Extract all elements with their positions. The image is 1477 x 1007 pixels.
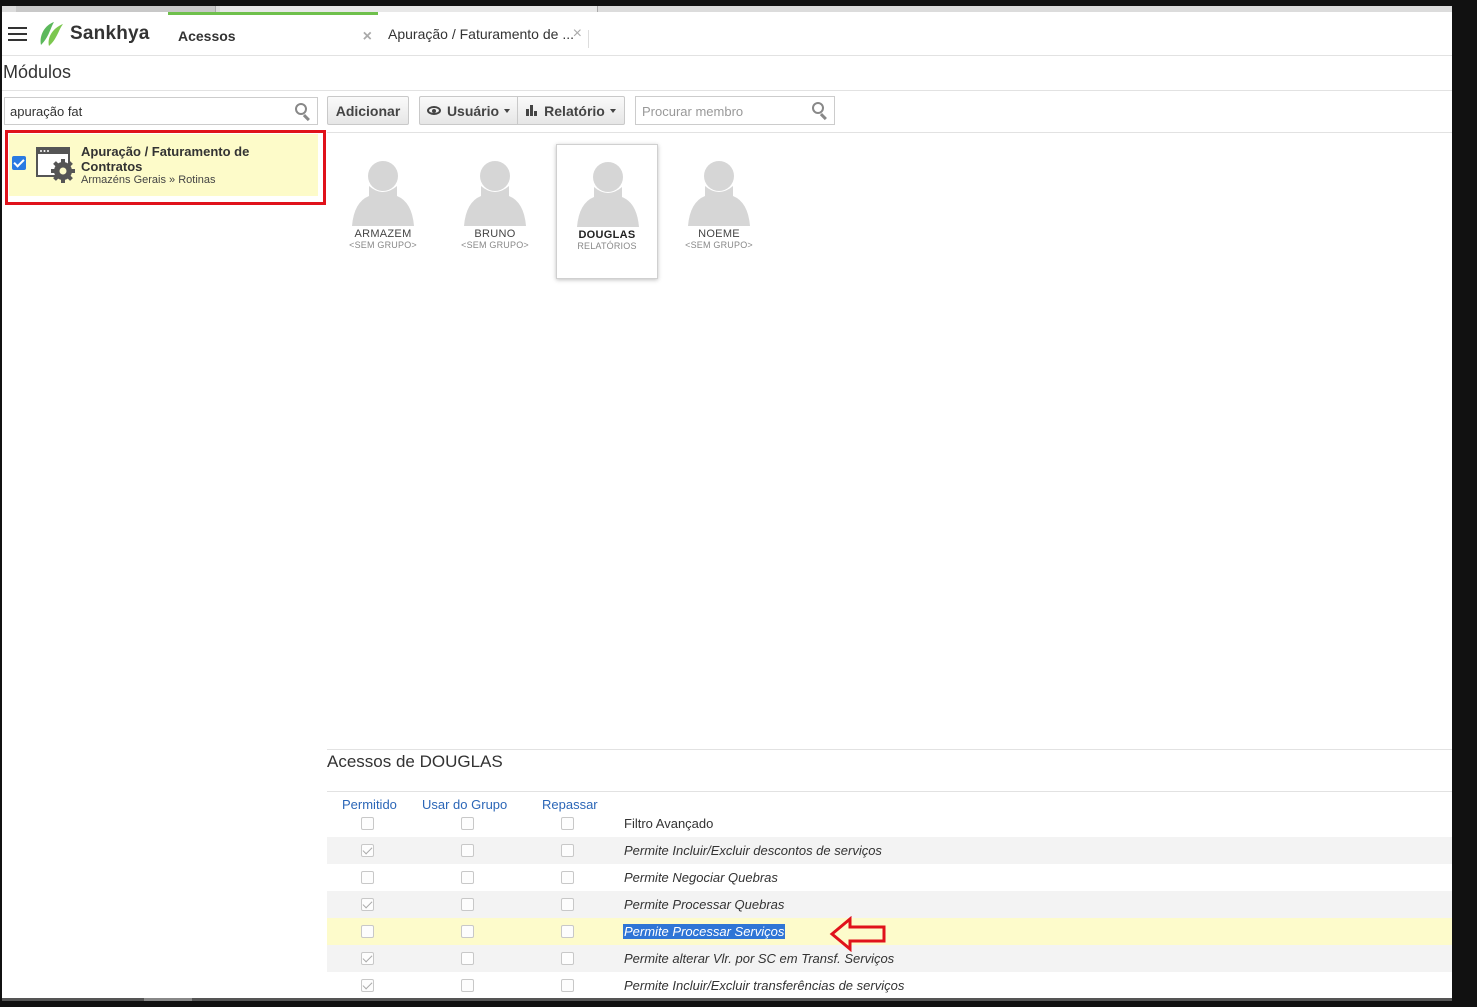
member-name: ARMAZEM [354, 228, 412, 240]
eye-icon [426, 106, 441, 115]
member-card-noeme[interactable]: NOEME <SEM GRUPO> [668, 144, 770, 279]
add-button[interactable]: Adicionar [327, 96, 409, 125]
module-search-input[interactable]: apuração fat [4, 97, 318, 125]
scrollbar-thumb[interactable] [144, 998, 192, 1001]
tab-acessos[interactable]: Acessos × [168, 12, 378, 56]
report-dropdown[interactable]: Relatório [517, 96, 625, 125]
member-name: NOEME [698, 228, 740, 240]
tab-apuracao-faturamento[interactable]: Apuração / Faturamento de ... × [380, 12, 588, 56]
sankhya-logo: Sankhya [38, 21, 150, 47]
permitido-checkbox[interactable] [361, 817, 374, 830]
repassar-checkbox[interactable] [561, 979, 574, 992]
permitido-checkbox[interactable] [361, 979, 374, 992]
divider [327, 791, 1452, 792]
repassar-checkbox[interactable] [561, 952, 574, 965]
access-label: Permite Incluir/Excluir descontos de ser… [624, 843, 882, 858]
brand-name: Sankhya [70, 23, 150, 44]
member-search-placeholder: Procurar membro [642, 104, 744, 119]
access-label: Permite Negociar Quebras [624, 870, 778, 885]
sankhya-leaf-icon [40, 22, 63, 46]
user-avatar-icon [688, 161, 750, 226]
tab-label: Apuração / Faturamento de ... [388, 26, 574, 42]
caret-down-icon [504, 108, 511, 113]
user-avatar-icon [464, 161, 526, 226]
permitido-checkbox[interactable] [361, 871, 374, 884]
access-label: Permite alterar Vlr. por SC em Transf. S… [624, 951, 895, 966]
usar-grupo-checkbox[interactable] [461, 979, 474, 992]
hamburger-menu-icon[interactable] [8, 27, 27, 42]
member-card-douglas[interactable]: DOUGLAS RELATÓRIOS [556, 144, 658, 279]
member-group: <SEM GRUPO> [349, 240, 417, 250]
module-search-value: apuração fat [10, 104, 83, 119]
usar-grupo-checkbox[interactable] [461, 817, 474, 830]
search-icon[interactable] [295, 103, 313, 122]
top-bar: Sankhya Acessos × Apuração / Faturamento… [2, 12, 1452, 56]
permitido-checkbox[interactable] [361, 952, 374, 965]
divider [327, 749, 1452, 750]
access-row-selected[interactable]: Permite Processar Serviços [327, 918, 1452, 945]
app-window: Sankhya Acessos × Apuração / Faturamento… [2, 6, 1452, 1001]
access-row[interactable]: Permite Incluir/Excluir transferências d… [327, 972, 1452, 999]
access-label-highlighted: Permite Processar Serviços [623, 924, 786, 939]
usar-grupo-checkbox[interactable] [461, 925, 474, 938]
permitido-checkbox[interactable] [361, 898, 374, 911]
repassar-checkbox[interactable] [561, 817, 574, 830]
member-name: BRUNO [474, 228, 516, 240]
tab-label: Acessos [178, 27, 236, 44]
member-name: DOUGLAS [578, 229, 636, 241]
access-label: Permite Incluir/Excluir transferências d… [624, 978, 905, 993]
usar-grupo-checkbox[interactable] [461, 844, 474, 857]
bar-chart-icon [526, 105, 538, 116]
access-row[interactable]: Permite Negociar Quebras [327, 864, 1452, 891]
access-row[interactable]: Permite alterar Vlr. por SC em Transf. S… [327, 945, 1452, 972]
tab-divider [588, 30, 589, 48]
repassar-checkbox[interactable] [561, 871, 574, 884]
access-label: Permite Processar Quebras [624, 897, 785, 912]
repassar-checkbox[interactable] [561, 844, 574, 857]
repassar-checkbox[interactable] [561, 925, 574, 938]
divider [2, 90, 1452, 91]
access-title: Acessos de DOUGLAS [327, 752, 503, 771]
modules-title: Módulos [3, 62, 72, 82]
report-label: Relatório [544, 102, 605, 119]
repassar-checkbox[interactable] [561, 898, 574, 911]
search-icon[interactable] [812, 102, 830, 121]
usar-grupo-checkbox[interactable] [461, 952, 474, 965]
annotation-arrow-icon [829, 916, 886, 952]
user-avatar-icon [577, 162, 639, 227]
access-row[interactable]: Permite Processar Quebras [327, 891, 1452, 918]
close-icon[interactable]: × [363, 28, 372, 46]
permitido-checkbox[interactable] [361, 844, 374, 857]
member-group: <SEM GRUPO> [461, 240, 529, 250]
member-card-armazem[interactable]: ARMAZEM <SEM GRUPO> [332, 144, 434, 279]
access-row[interactable]: Permite Incluir/Excluir descontos de ser… [327, 837, 1452, 864]
permitido-checkbox[interactable] [361, 925, 374, 938]
usar-grupo-checkbox[interactable] [461, 871, 474, 884]
user-view-dropdown[interactable]: Usuário [419, 96, 518, 125]
member-group: <SEM GRUPO> [685, 240, 753, 250]
access-row[interactable]: Filtro Avançado [327, 810, 1452, 837]
user-view-label: Usuário [446, 102, 500, 119]
add-button-label: Adicionar [335, 102, 401, 119]
caret-down-icon [609, 108, 616, 113]
member-search-input[interactable]: Procurar membro [635, 96, 835, 125]
member-card-bruno[interactable]: BRUNO <SEM GRUPO> [444, 144, 546, 279]
access-label: Filtro Avançado [624, 816, 714, 831]
annotation-highlight-box [5, 130, 326, 205]
divider [327, 132, 1452, 133]
horizontal-scrollbar[interactable] [2, 998, 1452, 1001]
usar-grupo-checkbox[interactable] [461, 898, 474, 911]
close-icon[interactable]: × [573, 25, 582, 43]
user-avatar-icon [352, 161, 414, 226]
member-group: RELATÓRIOS [577, 241, 637, 251]
